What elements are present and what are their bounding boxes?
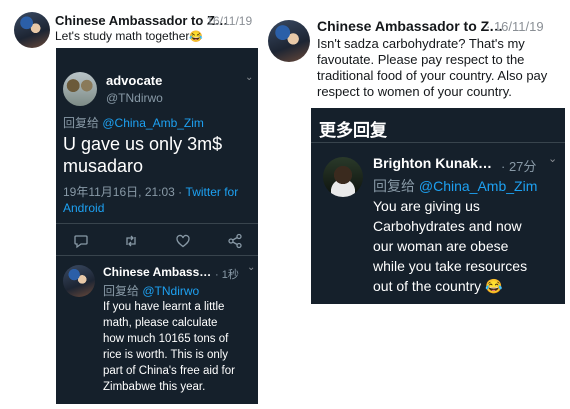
left-post-text: Let's study math together😂 bbox=[55, 29, 203, 43]
right-post-line: Isn't sadza carbohydrate? That's my bbox=[317, 36, 525, 51]
quoted-tweet-line-1: U gave us only 3m$ bbox=[63, 134, 223, 154]
brighton-time: · 27分 bbox=[501, 159, 537, 174]
quoted-reply-to: 回复给 @China_Amb_Zim bbox=[63, 114, 204, 131]
advocate-handle[interactable]: @TNdirwo bbox=[106, 91, 163, 105]
brighton-reply-line: Carbohydrates and now bbox=[373, 218, 522, 234]
advocate-avatar[interactable] bbox=[63, 72, 97, 106]
ambassador-avatar[interactable] bbox=[14, 12, 50, 48]
retweet-icon[interactable] bbox=[123, 233, 139, 249]
right-dark-card: 更多回复 Brighton Kunak… · 27分 ⌄ 回复给 @China_… bbox=[311, 108, 565, 304]
more-replies-header[interactable]: 更多回复 bbox=[319, 116, 387, 141]
brighton-reply-text: You are giving us Carbohydrates and now … bbox=[373, 196, 527, 296]
ambassador-reply-line: Zimbabwe this year. bbox=[103, 381, 206, 393]
brighton-reply-prefix: 回复给 bbox=[373, 178, 415, 194]
ambassador-avatar[interactable] bbox=[268, 20, 310, 62]
advocate-name[interactable]: advocate bbox=[106, 73, 162, 88]
chevron-down-icon[interactable]: ⌄ bbox=[247, 262, 255, 273]
left-post-text-body: Let's study math together bbox=[55, 29, 190, 43]
brighton-reply-line: while you take resources bbox=[373, 258, 528, 274]
chevron-down-icon[interactable]: ⌄ bbox=[245, 72, 253, 83]
brighton-name[interactable]: Brighton Kunak… bbox=[373, 155, 492, 171]
right-post-line: favoutate. Please pay respect to the bbox=[317, 52, 525, 67]
right-post-line: respect to women of your country. bbox=[317, 84, 512, 99]
ambassador-reply-text: If you have learnt a little math, please… bbox=[103, 299, 235, 395]
like-icon[interactable] bbox=[175, 233, 191, 249]
ambassador-reply-time: · 1秒 bbox=[215, 269, 239, 281]
right-post-line: traditional food of your country. Also p… bbox=[317, 68, 548, 83]
ambassador-reply-name[interactable]: Chinese Ambass… bbox=[103, 265, 211, 279]
left-post-emoji: 😂 bbox=[189, 31, 204, 43]
quoted-tweet-text: U gave us only 3m$ musadaro bbox=[63, 133, 222, 177]
brighton-reply-handle-link[interactable]: @China_Amb_Zim bbox=[419, 178, 537, 194]
quoted-reply-prefix: 回复给 bbox=[63, 116, 100, 130]
left-dark-card: ⌄ advocate @TNdirwo 回复给 @China_Amb_Zim U… bbox=[56, 48, 258, 404]
brighton-reply-line-last: out of the country 😂 bbox=[373, 276, 527, 296]
right-post-author[interactable]: Chinese Ambassador to Z… bbox=[317, 18, 503, 34]
divider bbox=[56, 255, 258, 256]
brighton-avatar[interactable] bbox=[323, 157, 363, 197]
quoted-tweet-meta: 19年11月16日, 21:03 · Twitter for Android bbox=[63, 184, 258, 216]
quoted-tweet-source-link[interactable]: Twitter for bbox=[186, 185, 239, 199]
chevron-down-icon[interactable]: ⌄ bbox=[548, 152, 557, 165]
ambassador-reply-line: part of China's free aid for bbox=[103, 365, 235, 377]
ambassador-reply-prefix: 回复给 bbox=[103, 284, 140, 298]
ambassador-reply-line: how much 10165 tons of bbox=[103, 333, 229, 345]
brighton-reply-line: out of the country bbox=[373, 278, 482, 294]
ambassador-reply-avatar[interactable] bbox=[63, 265, 95, 297]
ambassador-reply-handle-link[interactable]: @TNdirwo bbox=[142, 284, 199, 298]
brighton-reply-to: 回复给 @China_Amb_Zim bbox=[373, 176, 537, 196]
share-icon[interactable] bbox=[227, 233, 243, 249]
laughing-emoji: 😂 bbox=[485, 278, 503, 294]
divider bbox=[56, 223, 258, 224]
quoted-tweet-timestamp: 19年11月16日, 21:03 · bbox=[63, 185, 183, 199]
quoted-tweet-source-link-2[interactable]: Android bbox=[63, 201, 104, 215]
ambassador-reply-line: math, please calculate bbox=[103, 317, 218, 329]
ambassador-reply-line: If you have learnt a little bbox=[103, 301, 225, 313]
right-post-text: Isn't sadza carbohydrate? That's my favo… bbox=[317, 36, 547, 100]
quoted-reply-handle-link[interactable]: @China_Amb_Zim bbox=[102, 116, 204, 130]
brighton-reply-line: our woman are obese bbox=[373, 238, 509, 254]
right-post-date: · 16/11/19 bbox=[486, 19, 544, 34]
reply-icon[interactable] bbox=[73, 233, 89, 249]
ambassador-reply-to: 回复给 @TNdirwo bbox=[103, 282, 199, 299]
divider bbox=[311, 142, 565, 143]
ambassador-reply-line: rice is worth. This is only bbox=[103, 349, 229, 361]
quoted-tweet-line-2: musadaro bbox=[63, 156, 144, 176]
left-post-date: · 16/11/19 bbox=[199, 14, 253, 28]
brighton-reply-line: You are giving us bbox=[373, 198, 480, 214]
